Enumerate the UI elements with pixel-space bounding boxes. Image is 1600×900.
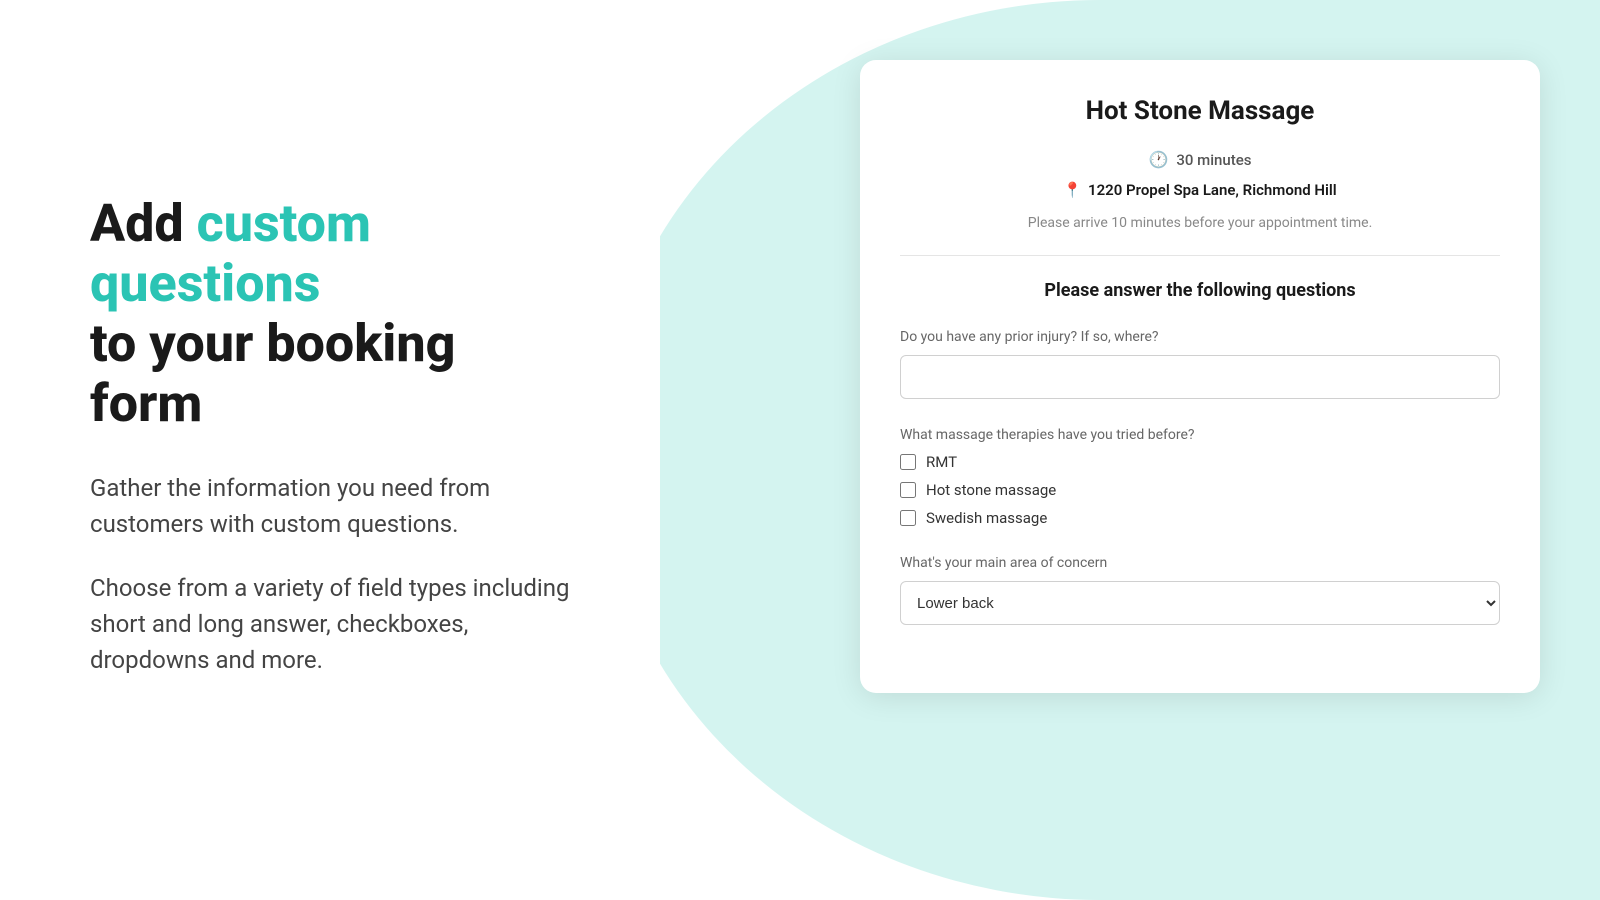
q1-input[interactable]	[900, 355, 1500, 399]
checkbox-rmt-label: RMT	[926, 453, 957, 471]
right-panel: Hot Stone Massage 🕐 30 minutes 📍 1220 Pr…	[660, 0, 1600, 900]
heading-text-rest: to your booking form	[90, 313, 455, 434]
duration-text: 30 minutes	[1176, 151, 1251, 169]
q3-label: What's your main area of concern	[900, 555, 1500, 571]
q3-select[interactable]: Lower back Upper back Neck Shoulders Leg…	[900, 581, 1500, 625]
question-3-group: What's your main area of concern Lower b…	[900, 555, 1500, 625]
q2-checkbox-group: RMT Hot stone massage Swedish massage	[900, 453, 1500, 527]
clock-icon: 🕐	[1148, 150, 1168, 169]
duration-meta: 🕐 30 minutes	[1148, 150, 1251, 169]
left-panel: Add custom questions to your booking for…	[0, 0, 660, 900]
checkbox-hot-stone-input[interactable]	[900, 482, 916, 498]
location-meta: 📍 1220 Propel Spa Lane, Richmond Hill	[900, 181, 1500, 199]
checkbox-swedish[interactable]: Swedish massage	[900, 509, 1500, 527]
card-title: Hot Stone Massage	[900, 96, 1500, 126]
location-icon: 📍	[1063, 181, 1082, 199]
heading-text-add: Add	[90, 193, 197, 254]
location-text: 1220 Propel Spa Lane, Richmond Hill	[1088, 181, 1337, 199]
checkbox-hot-stone-label: Hot stone massage	[926, 481, 1056, 499]
checkbox-swedish-input[interactable]	[900, 510, 916, 526]
card-meta: 🕐 30 minutes	[900, 150, 1500, 169]
notice-text: Please arrive 10 minutes before your app…	[900, 215, 1500, 256]
checkbox-swedish-label: Swedish massage	[926, 509, 1047, 527]
checkbox-hot-stone[interactable]: Hot stone massage	[900, 481, 1500, 499]
question-1-group: Do you have any prior injury? If so, whe…	[900, 329, 1500, 399]
description-1: Gather the information you need from cus…	[90, 470, 580, 542]
description-2: Choose from a variety of field types inc…	[90, 570, 580, 678]
q2-label: What massage therapies have you tried be…	[900, 427, 1500, 443]
q1-label: Do you have any prior injury? If so, whe…	[900, 329, 1500, 345]
questions-title: Please answer the following questions	[900, 280, 1500, 301]
main-heading: Add custom questions to your booking for…	[90, 194, 580, 433]
checkbox-rmt-input[interactable]	[900, 454, 916, 470]
booking-card: Hot Stone Massage 🕐 30 minutes 📍 1220 Pr…	[860, 60, 1540, 693]
question-2-group: What massage therapies have you tried be…	[900, 427, 1500, 527]
checkbox-rmt[interactable]: RMT	[900, 453, 1500, 471]
